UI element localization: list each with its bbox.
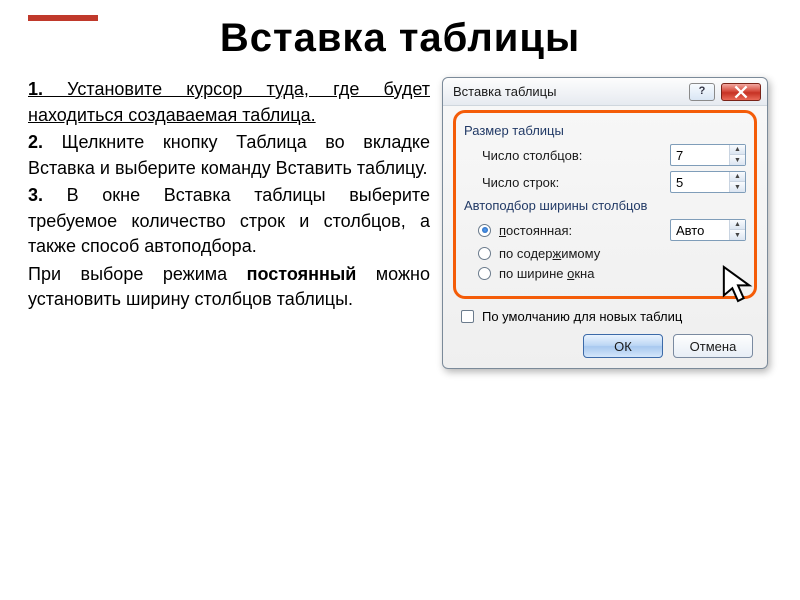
group-size-label: Размер таблицы bbox=[464, 123, 746, 138]
slide-title: Вставка таблицы bbox=[28, 16, 772, 61]
spinner-down-icon[interactable]: ▼ bbox=[730, 182, 745, 192]
group-autofit-label: Автоподбор ширины столбцов bbox=[464, 198, 746, 213]
radio-window-label: по ширине окна bbox=[499, 266, 746, 281]
rows-label: Число строк: bbox=[482, 175, 662, 190]
highlight-box: Размер таблицы Число столбцов: 7 ▲▼ Числ… bbox=[453, 110, 757, 299]
accent-bar bbox=[28, 15, 98, 21]
cols-spinner[interactable]: 7 ▲▼ bbox=[670, 144, 746, 166]
instructions-text: 1. Установите курсор туда, где будет нах… bbox=[28, 77, 430, 369]
cancel-button[interactable]: Отмена bbox=[673, 334, 753, 358]
radio-fixed-label: постоянная: bbox=[499, 223, 662, 238]
fixed-width-value: Авто bbox=[671, 223, 729, 238]
default-checkbox[interactable] bbox=[461, 310, 474, 323]
rows-value: 5 bbox=[671, 175, 729, 190]
step-3-number: 3. bbox=[28, 185, 43, 205]
mode-fixed-bold: постоянный bbox=[247, 264, 357, 284]
help-button[interactable]: ? bbox=[689, 83, 715, 101]
cols-value: 7 bbox=[671, 148, 729, 163]
spinner-up-icon[interactable]: ▲ bbox=[730, 145, 745, 155]
spinner-down-icon[interactable]: ▼ bbox=[730, 230, 745, 240]
radio-fixed[interactable] bbox=[478, 224, 491, 237]
step-1-text: Установите курсор туда, где будет находи… bbox=[28, 79, 430, 125]
fixed-width-spinner[interactable]: Авто ▲▼ bbox=[670, 219, 746, 241]
dialog-title: Вставка таблицы bbox=[453, 84, 683, 99]
close-button[interactable] bbox=[721, 83, 761, 101]
help-icon: ? bbox=[699, 86, 706, 97]
radio-window[interactable] bbox=[478, 267, 491, 280]
dialog-titlebar[interactable]: Вставка таблицы ? bbox=[443, 78, 767, 106]
step-1-number: 1. bbox=[28, 79, 43, 99]
insert-table-dialog: Вставка таблицы ? Размер таблицы Число с… bbox=[442, 77, 768, 369]
close-icon bbox=[734, 85, 748, 99]
spinner-up-icon[interactable]: ▲ bbox=[730, 220, 745, 230]
radio-content-label: по содержимому bbox=[499, 246, 746, 261]
ok-button[interactable]: ОК bbox=[583, 334, 663, 358]
radio-content[interactable] bbox=[478, 247, 491, 260]
spinner-up-icon[interactable]: ▲ bbox=[730, 172, 745, 182]
step-2-number: 2. bbox=[28, 132, 43, 152]
spinner-down-icon[interactable]: ▼ bbox=[730, 155, 745, 165]
default-checkbox-label: По умолчанию для новых таблиц bbox=[482, 309, 682, 324]
cols-label: Число столбцов: bbox=[482, 148, 662, 163]
rows-spinner[interactable]: 5 ▲▼ bbox=[670, 171, 746, 193]
